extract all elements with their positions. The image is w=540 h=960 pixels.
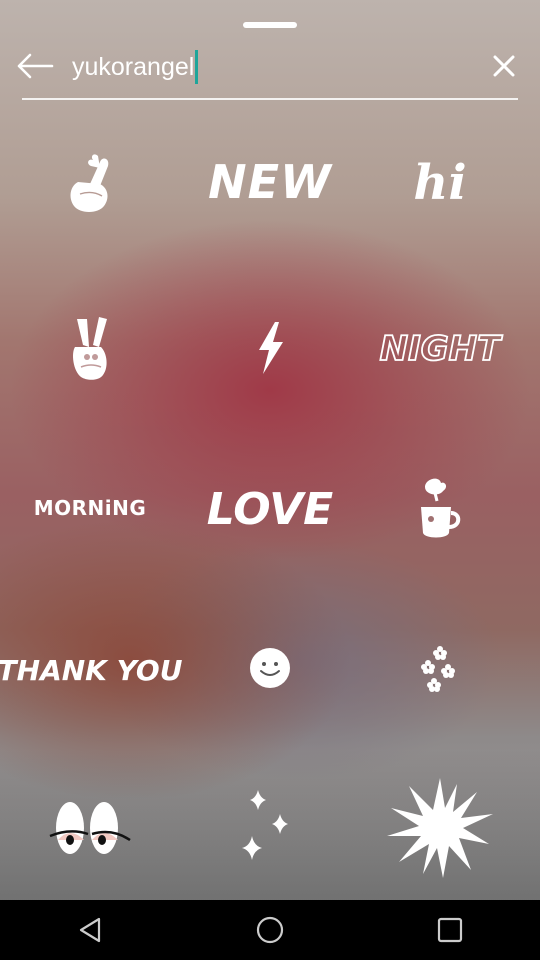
search-bar: yukorangel bbox=[0, 40, 540, 92]
close-icon bbox=[493, 55, 515, 77]
sticker-eyes[interactable] bbox=[5, 753, 175, 903]
love-label: LOVE bbox=[207, 484, 333, 535]
system-navigation-bar bbox=[0, 900, 540, 960]
sticker-coffee[interactable] bbox=[355, 433, 525, 583]
nav-home-circle-icon bbox=[256, 916, 284, 944]
nav-recents-square-icon bbox=[437, 917, 463, 943]
sticker-lightning[interactable] bbox=[185, 273, 355, 423]
sticker-starburst[interactable] bbox=[355, 753, 525, 903]
hi-text-sticker: hi bbox=[413, 155, 466, 211]
hi-label: hi bbox=[413, 155, 466, 211]
small-flowers-icon bbox=[421, 646, 455, 692]
coffee-cup-icon bbox=[421, 478, 461, 538]
sticker-morning[interactable]: MORNiNG bbox=[5, 433, 175, 583]
eyes-icon bbox=[49, 802, 131, 854]
finger-heart-hand-icon bbox=[70, 154, 109, 212]
sticker-love[interactable]: LOVE bbox=[185, 433, 355, 583]
sparkles-icon bbox=[242, 790, 288, 860]
sticker-sparkles[interactable] bbox=[185, 753, 355, 903]
new-label: NEW bbox=[208, 155, 333, 209]
morning-text-sticker: MORNiNG bbox=[34, 496, 147, 520]
sticker-smiley[interactable] bbox=[185, 593, 355, 743]
sticker-flowers[interactable] bbox=[355, 593, 525, 743]
night-label: NIGHT bbox=[380, 329, 503, 369]
nav-back-triangle-icon bbox=[79, 917, 101, 943]
search-query-text: yukorangel bbox=[72, 52, 195, 81]
back-button[interactable] bbox=[14, 48, 56, 84]
morning-label: MORNiNG bbox=[34, 496, 147, 520]
arrow-left-icon bbox=[17, 53, 54, 79]
sticker-peace-sign[interactable] bbox=[5, 273, 175, 423]
nav-home-button[interactable] bbox=[240, 900, 300, 960]
nav-back-button[interactable] bbox=[60, 900, 120, 960]
search-input[interactable]: yukorangel bbox=[72, 50, 199, 84]
starburst-icon bbox=[387, 778, 493, 878]
smiley-face-icon bbox=[250, 648, 290, 688]
sticker-new[interactable]: NEW bbox=[185, 108, 355, 258]
thank-you-text-sticker: THANK YOU bbox=[0, 654, 183, 687]
new-text-sticker: NEW bbox=[208, 155, 333, 209]
peace-sign-hand-icon bbox=[73, 317, 107, 380]
sticker-finger-heart[interactable] bbox=[5, 108, 175, 258]
sticker-thank-you[interactable]: THANK YOU bbox=[0, 593, 183, 743]
sticker-night[interactable]: NIGHT bbox=[355, 273, 525, 423]
search-divider bbox=[22, 98, 518, 100]
love-text-sticker: LOVE bbox=[207, 484, 333, 535]
nav-recents-button[interactable] bbox=[420, 900, 480, 960]
thank-you-label: THANK YOU bbox=[0, 654, 183, 687]
sticker-hi[interactable]: hi bbox=[355, 108, 525, 258]
text-caret bbox=[195, 50, 199, 84]
drag-handle[interactable] bbox=[243, 22, 297, 28]
lightning-bolt-icon bbox=[259, 322, 283, 374]
clear-button[interactable] bbox=[488, 50, 520, 82]
night-text-sticker: NIGHT bbox=[379, 328, 504, 370]
